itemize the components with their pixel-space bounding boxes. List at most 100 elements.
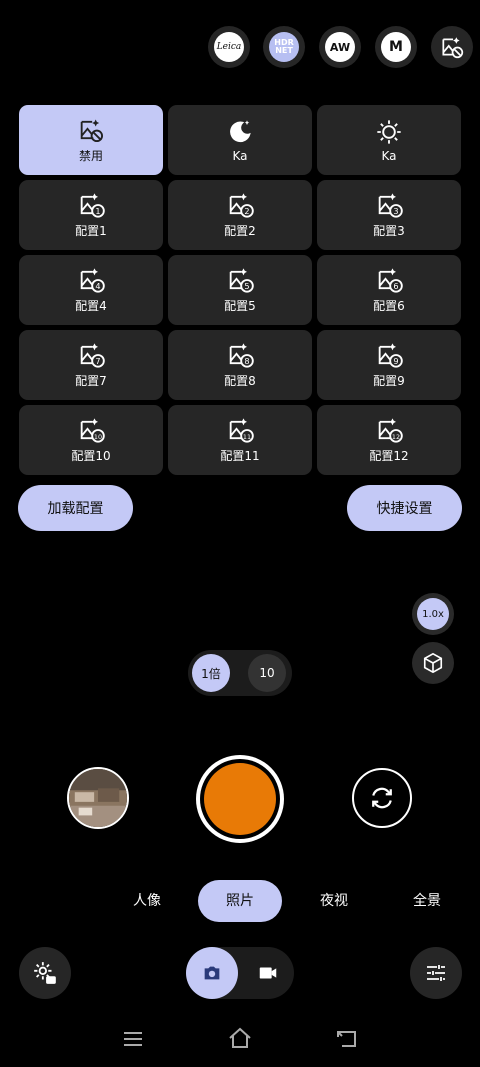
svg-text:2: 2: [244, 206, 249, 216]
white-balance-button[interactable]: AW: [319, 26, 361, 68]
settings-camera-icon: [34, 962, 56, 984]
svg-text:3: 3: [393, 206, 398, 216]
config-preset-icon: 5: [229, 268, 254, 293]
config-label: Ka: [381, 148, 397, 163]
config-label: 配置3: [373, 224, 405, 238]
svg-text:4: 4: [95, 281, 100, 291]
recents-icon[interactable]: [122, 1029, 144, 1049]
lens-zoom-button[interactable]: 1.0x: [412, 593, 454, 635]
config-cell[interactable]: 禁用: [19, 105, 163, 175]
manual-mode-icon: M: [381, 32, 411, 62]
mode-portrait[interactable]: 人像: [118, 880, 176, 922]
home-icon[interactable]: [228, 1027, 252, 1049]
config-label: 配置9: [373, 374, 405, 388]
config-cell[interactable]: 2 配置2: [168, 180, 312, 250]
video-camera-icon: [259, 967, 277, 979]
config-label: 配置2: [224, 224, 256, 238]
config-label: 配置4: [75, 299, 107, 313]
svg-text:7: 7: [95, 356, 100, 366]
switch-camera-icon: [372, 787, 392, 809]
adjustments-button[interactable]: [410, 947, 462, 999]
config-preset-icon: 7: [80, 343, 105, 368]
config-cell[interactable]: 1 配置1: [19, 180, 163, 250]
capture-type-toggle: [186, 947, 294, 999]
night-ka-icon: [230, 119, 251, 142]
config-label: 配置8: [224, 374, 256, 388]
config-preset-icon: 12: [378, 418, 403, 443]
disable-effects-icon: [80, 119, 104, 143]
svg-text:5: 5: [244, 281, 249, 291]
svg-text:1: 1: [95, 206, 100, 216]
config-cell[interactable]: 6 配置6: [317, 255, 461, 325]
config-cell[interactable]: 9 配置9: [317, 330, 461, 400]
disable-effects-button[interactable]: [431, 26, 473, 68]
config-label: 配置5: [224, 299, 256, 313]
config-cell[interactable]: 7 配置7: [19, 330, 163, 400]
config-cell[interactable]: 10 配置10: [19, 405, 163, 475]
ar-cube-button[interactable]: [412, 642, 454, 684]
config-cell[interactable]: Ka: [168, 105, 312, 175]
config-label: 配置12: [369, 449, 409, 463]
config-label: 配置7: [75, 374, 107, 388]
zoom-option-1x[interactable]: 1倍: [192, 654, 230, 692]
hdr-net-button[interactable]: HDR NET: [263, 26, 305, 68]
config-preset-icon: 1: [80, 193, 105, 218]
net-label: NET: [275, 46, 293, 55]
sliders-icon: [427, 965, 445, 981]
shutter-core: [204, 763, 276, 835]
config-preset-icon: 4: [80, 268, 105, 293]
config-label: 禁用: [78, 149, 103, 163]
config-cell[interactable]: Ka: [317, 105, 461, 175]
svg-text:11: 11: [243, 433, 251, 441]
leica-button[interactable]: Leica: [208, 26, 250, 68]
config-label: Ka: [232, 148, 248, 163]
svg-text:10: 10: [94, 433, 102, 441]
config-cell[interactable]: 11 配置11: [168, 405, 312, 475]
quick-settings-button[interactable]: 快捷设置: [347, 485, 462, 531]
auto-white-balance-icon: AW: [325, 32, 355, 62]
mode-night[interactable]: 夜视: [305, 880, 363, 922]
config-label: 配置1: [75, 224, 107, 238]
hdr-net-icon: HDR NET: [269, 32, 299, 62]
config-label: 配置11: [220, 449, 260, 463]
shutter-ring: [200, 759, 280, 839]
camera-settings-button[interactable]: [19, 947, 71, 999]
config-cell[interactable]: 3 配置3: [317, 180, 461, 250]
config-preset-icon: 6: [378, 268, 403, 293]
svg-text:6: 6: [393, 281, 398, 291]
gallery-thumbnail[interactable]: [67, 767, 129, 829]
config-preset-icon: 3: [378, 193, 403, 218]
shutter-button[interactable]: [196, 755, 284, 843]
config-label: 配置10: [71, 449, 111, 463]
load-config-button[interactable]: 加载配置: [18, 485, 133, 531]
config-cell[interactable]: 12 配置12: [317, 405, 461, 475]
config-cell[interactable]: 5 配置5: [168, 255, 312, 325]
camera-icon: [204, 966, 220, 980]
config-cell[interactable]: 8 配置8: [168, 330, 312, 400]
config-grid: 禁用 Ka Ka 1 配置1 2 配置2 3 配置3 4 配置4 5 配置5 6 配置6 7…: [19, 105, 461, 475]
config-cell[interactable]: 4 配置4: [19, 255, 163, 325]
config-preset-icon: 2: [229, 193, 254, 218]
photo-thumbnail-image: [69, 769, 127, 827]
sun-ka-icon: [377, 119, 401, 144]
lens-zoom-label: 1.0x: [417, 598, 449, 630]
disable-effects-icon: [442, 37, 464, 59]
config-preset-icon: 9: [378, 343, 403, 368]
video-type-button[interactable]: [242, 947, 294, 999]
config-preset-icon: 8: [229, 343, 254, 368]
photo-type-button[interactable]: [186, 947, 238, 999]
config-preset-icon: 11: [229, 418, 254, 443]
mode-photo[interactable]: 照片: [198, 880, 282, 922]
svg-text:9: 9: [393, 356, 398, 366]
zoom-option-10x[interactable]: 10: [248, 654, 286, 692]
manual-mode-button[interactable]: M: [375, 26, 417, 68]
zoom-selector: 1倍 10: [188, 650, 292, 696]
cube-icon: [423, 652, 443, 674]
back-icon[interactable]: [336, 1029, 358, 1049]
mode-panorama[interactable]: 全景: [398, 880, 456, 922]
switch-camera-button[interactable]: [352, 768, 412, 828]
leica-logo-icon: Leica: [214, 32, 244, 62]
config-label: 配置6: [373, 299, 405, 313]
svg-text:8: 8: [244, 356, 249, 366]
config-preset-icon: 10: [80, 418, 105, 443]
